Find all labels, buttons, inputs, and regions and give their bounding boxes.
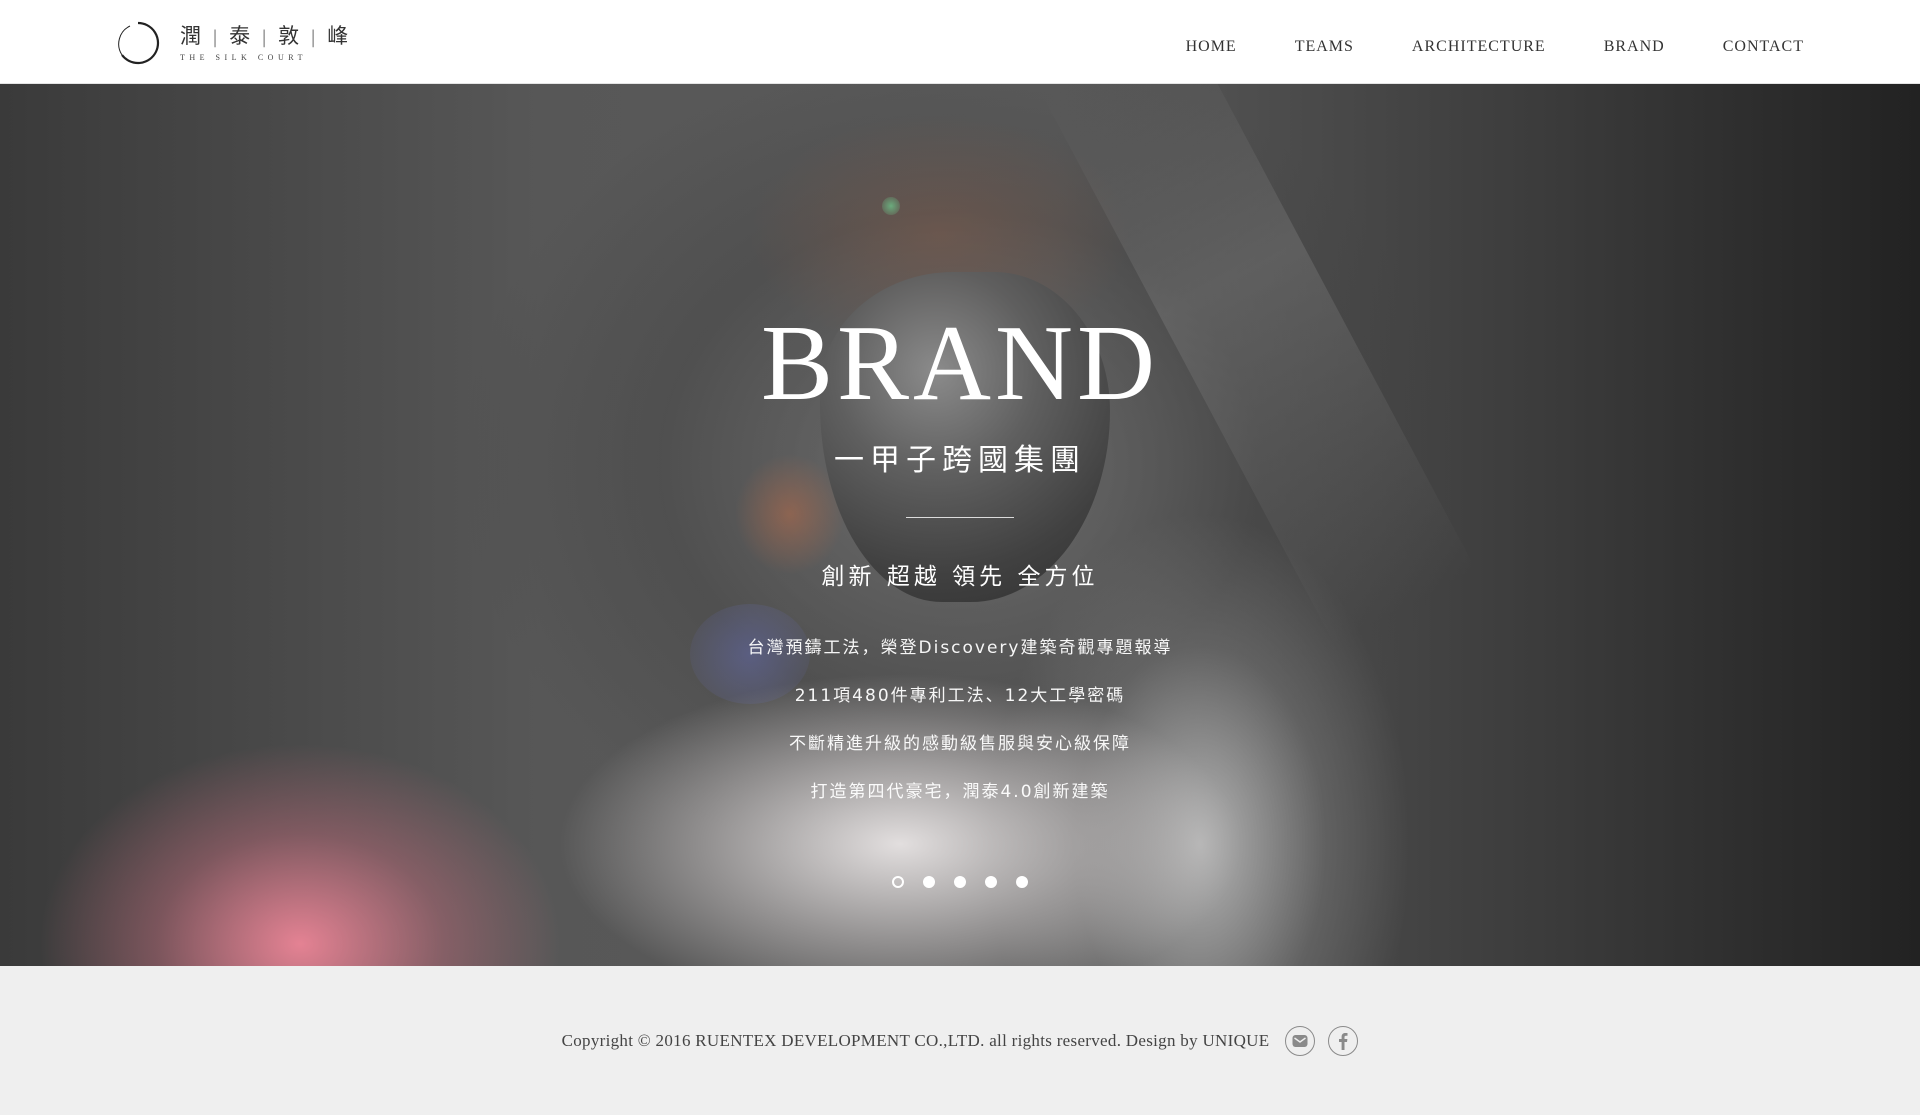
site-footer: Copyright © 2016 RUENTEX DEVELOPMENT CO.… xyxy=(0,966,1920,1115)
copyright-text: Copyright © 2016 RUENTEX DEVELOPMENT CO.… xyxy=(561,1031,1270,1050)
logo-name: 潤 | 泰 | 敦 | 峰 xyxy=(180,24,350,50)
hero-background-image xyxy=(0,84,1920,966)
hero-banner: BRAND 一甲子跨國集團 創新 超越 領先 全方位 台灣預鑄工法，榮登Disc… xyxy=(0,84,1920,966)
slide-dot[interactable] xyxy=(1016,876,1028,888)
nav-teams[interactable]: TEAMS xyxy=(1295,38,1354,56)
lens-flare xyxy=(882,197,900,215)
hero-line: 211項480件專利工法、12大工學密碼 xyxy=(794,686,1126,706)
logo-text: 潤 | 泰 | 敦 | 峰 The Silk Court xyxy=(180,24,350,62)
site-logo[interactable]: 潤 | 泰 | 敦 | 峰 The Silk Court xyxy=(116,21,350,65)
main-nav: HOME TEAMS ARCHITECTURE BRAND CONTACT xyxy=(1128,38,1804,56)
hero-title: BRAND xyxy=(760,304,1160,423)
hero-line: 不斷精進升級的感動級售服與安心級保障 xyxy=(789,734,1131,754)
facebook-icon xyxy=(1339,1033,1348,1050)
mail-icon xyxy=(1292,1035,1308,1047)
mail-button[interactable] xyxy=(1285,1026,1316,1056)
logo-char: 泰 xyxy=(229,24,253,48)
logo-subtitle: The Silk Court xyxy=(180,53,307,62)
slide-dot[interactable] xyxy=(954,876,966,888)
slide-pagination xyxy=(0,876,1920,888)
logo-separator: | xyxy=(261,27,270,48)
hero-subtitle: 一甲子跨國集團 xyxy=(834,443,1086,478)
logo-char: 峰 xyxy=(327,24,351,48)
nav-brand[interactable]: BRAND xyxy=(1604,38,1665,56)
nav-architecture[interactable]: ARCHITECTURE xyxy=(1412,38,1546,56)
slide-dot[interactable] xyxy=(985,876,997,888)
slide-dot[interactable] xyxy=(923,876,935,888)
site-header: 潤 | 泰 | 敦 | 峰 The Silk Court HOME TEAMS ARCHIT… xyxy=(0,0,1920,84)
hero-line: 打造第四代豪宅，潤泰4.0創新建築 xyxy=(810,782,1110,802)
social-links xyxy=(1285,1026,1359,1056)
footer-row: Copyright © 2016 RUENTEX DEVELOPMENT CO.… xyxy=(0,1026,1920,1056)
logo-char: 敦 xyxy=(278,24,302,48)
nav-home[interactable]: HOME xyxy=(1186,38,1237,56)
logo-separator: | xyxy=(212,27,221,48)
facebook-button[interactable] xyxy=(1328,1026,1359,1056)
hero-tagline: 創新 超越 領先 全方位 xyxy=(821,564,1099,590)
hero-divider xyxy=(906,517,1014,518)
logo-ring-icon xyxy=(118,21,160,65)
hero-line: 台灣預鑄工法，榮登Discovery建築奇觀專題報導 xyxy=(747,638,1173,658)
logo-separator: | xyxy=(310,27,319,48)
slide-dot[interactable] xyxy=(892,876,904,888)
logo-char: 潤 xyxy=(180,24,203,48)
nav-contact[interactable]: CONTACT xyxy=(1723,38,1804,56)
